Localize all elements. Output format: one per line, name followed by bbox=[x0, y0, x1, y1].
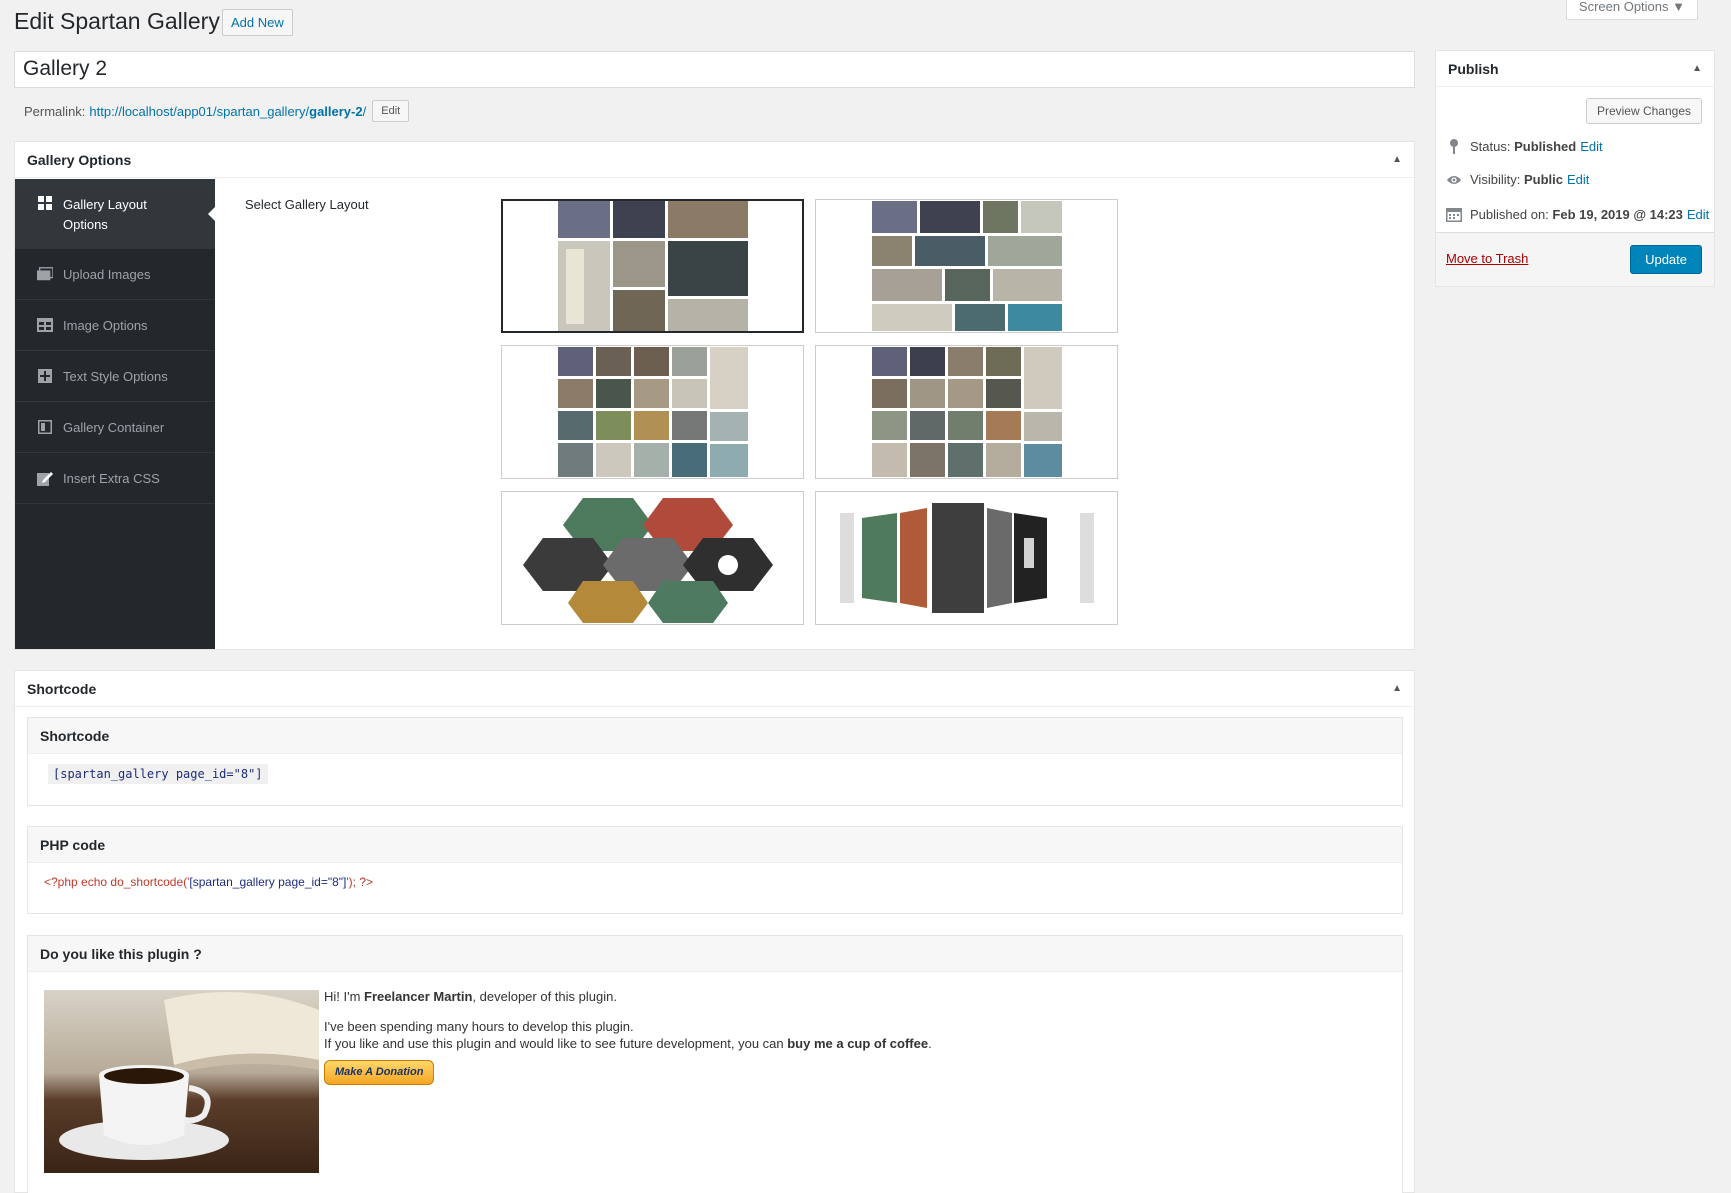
screen-options-button[interactable]: Screen Options ▼ bbox=[1565, 0, 1698, 20]
layout-grid bbox=[501, 199, 1118, 625]
tab-label: Gallery Container bbox=[63, 419, 165, 435]
layout-preview-3d-carousel bbox=[839, 503, 1094, 613]
visibility-row: Visibility: Public Edit bbox=[1446, 172, 1589, 187]
published-edit-link[interactable]: Edit bbox=[1687, 207, 1709, 222]
add-new-button[interactable]: Add New bbox=[222, 9, 293, 36]
coffee-image bbox=[44, 990, 319, 1173]
layout-option-masonry[interactable] bbox=[501, 199, 804, 333]
coffee-text: buy me a cup of coffee bbox=[787, 1036, 929, 1051]
table-icon bbox=[37, 317, 53, 333]
select-layout-label: Select Gallery Layout bbox=[245, 197, 369, 212]
php-code-panel: PHP code <?php echo do_shortcode('[spart… bbox=[27, 826, 1403, 914]
permalink-edit-button[interactable]: Edit bbox=[372, 100, 410, 122]
page-title: Edit Spartan Gallery bbox=[14, 8, 220, 34]
tab-label: Upload Images bbox=[63, 266, 151, 282]
layout-option-grid-2[interactable] bbox=[815, 345, 1118, 479]
layout-preview-grid bbox=[557, 347, 748, 477]
update-button[interactable]: Update bbox=[1630, 245, 1702, 274]
post-title-input[interactable]: Gallery 2 bbox=[14, 51, 1415, 88]
layout-preview-masonry bbox=[557, 201, 748, 331]
like-plugin-text: Hi! I'm Freelancer Martin, developer of … bbox=[324, 988, 932, 1085]
eye-icon bbox=[1446, 174, 1462, 186]
publish-title: Publish bbox=[1448, 60, 1499, 77]
tab-gallery-container[interactable]: Gallery Container bbox=[15, 402, 215, 453]
collapse-arrow-icon[interactable]: ▲ bbox=[1392, 683, 1402, 694]
tab-upload-images[interactable]: Upload Images bbox=[15, 249, 215, 300]
visibility-value: Public bbox=[1523, 172, 1563, 187]
status-value: Published bbox=[1514, 138, 1577, 154]
tab-text-style-options[interactable]: Text Style Options bbox=[15, 351, 215, 402]
gallery-options-sidebar: Gallery Layout Options Upload Images Ima… bbox=[15, 179, 216, 649]
tab-label: Gallery Layout Options bbox=[63, 197, 147, 232]
shortcode-panel: Shortcode [spartan_gallery page_id="8"] bbox=[27, 717, 1403, 806]
text-line-2: I've been spending many hours to develop… bbox=[324, 1019, 634, 1034]
shortcode-value[interactable]: [spartan_gallery page_id="8"] bbox=[48, 764, 268, 784]
published-on-row: Published on: Feb 19, 2019 @ 14:23 Edit bbox=[1446, 206, 1709, 222]
published-value: Feb 19, 2019 @ 14:23 bbox=[1552, 206, 1683, 222]
layout-option-mosaic[interactable] bbox=[815, 199, 1118, 333]
text-icon bbox=[37, 368, 53, 384]
shortcode-panel-title: Shortcode bbox=[28, 718, 1402, 754]
visibility-edit-link[interactable]: Edit bbox=[1567, 172, 1589, 187]
shortcode-header[interactable]: Shortcode ▲ bbox=[15, 671, 1414, 707]
tab-insert-extra-css[interactable]: Insert Extra CSS bbox=[15, 453, 215, 504]
gallery-options-header[interactable]: Gallery Options ▲ bbox=[15, 142, 1414, 178]
publish-header[interactable]: Publish ▲ bbox=[1436, 51, 1714, 87]
layout-option-hexagon[interactable] bbox=[501, 491, 804, 625]
layout-preview-mosaic bbox=[871, 201, 1062, 331]
status-edit-link[interactable]: Edit bbox=[1580, 139, 1602, 154]
collapse-arrow-icon[interactable]: ▲ bbox=[1692, 63, 1702, 74]
calendar-icon bbox=[1446, 206, 1462, 222]
tab-label: Image Options bbox=[63, 317, 148, 333]
container-icon bbox=[37, 419, 53, 435]
layout-preview-hexagon bbox=[522, 498, 773, 623]
tab-image-options[interactable]: Image Options bbox=[15, 300, 215, 351]
edit-icon bbox=[37, 470, 53, 486]
preview-changes-button[interactable]: Preview Changes bbox=[1585, 98, 1702, 124]
tab-label: Text Style Options bbox=[63, 368, 168, 384]
shortcode-title: Shortcode bbox=[27, 680, 97, 697]
layout-preview-grid-2 bbox=[871, 347, 1062, 477]
tab-label: Insert Extra CSS bbox=[63, 470, 160, 486]
layout-option-3d-carousel[interactable] bbox=[815, 491, 1118, 625]
shortcode-box: Shortcode ▲ Shortcode [spartan_gallery p… bbox=[14, 670, 1415, 1193]
grid-icon bbox=[37, 195, 53, 211]
php-code-value[interactable]: <?php echo do_shortcode('[spartan_galler… bbox=[44, 875, 373, 889]
author-name: Freelancer Martin bbox=[364, 989, 473, 1004]
permalink: Permalink: http://localhost/app01/sparta… bbox=[24, 100, 410, 122]
publish-actions: Move to Trash Update bbox=[1436, 232, 1714, 286]
tab-gallery-layout-options[interactable]: Gallery Layout Options bbox=[15, 179, 216, 249]
collapse-arrow-icon[interactable]: ▲ bbox=[1392, 154, 1402, 165]
images-icon bbox=[37, 266, 53, 282]
permalink-link[interactable]: http://localhost/app01/spartan_gallery/g… bbox=[89, 104, 366, 119]
move-to-trash-link[interactable]: Move to Trash bbox=[1446, 251, 1528, 266]
php-code-title: PHP code bbox=[28, 827, 1402, 863]
layout-option-grid[interactable] bbox=[501, 345, 804, 479]
publish-box: Publish ▲ Preview Changes Status: Publis… bbox=[1435, 50, 1715, 287]
permalink-label: Permalink: bbox=[24, 103, 86, 119]
like-plugin-title: Do you like this plugin ? bbox=[28, 936, 1402, 972]
gallery-options-box: Gallery Options ▲ Gallery Layout Options… bbox=[14, 141, 1415, 650]
gallery-options-title: Gallery Options bbox=[27, 151, 132, 168]
pin-icon bbox=[1446, 138, 1462, 154]
donate-button[interactable]: Make A Donation bbox=[324, 1060, 435, 1085]
like-plugin-panel: Do you like this plugin ? Hi! I'm Freela… bbox=[27, 935, 1403, 1193]
status-row: Status: Published Edit bbox=[1446, 138, 1603, 154]
